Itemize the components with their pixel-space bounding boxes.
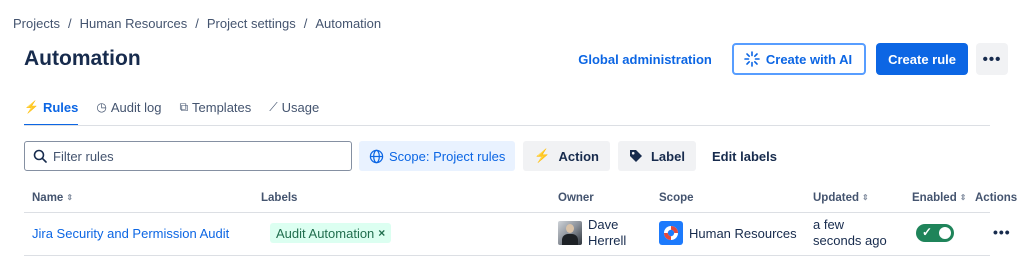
- check-icon: ✓: [922, 225, 933, 239]
- create-with-ai-button[interactable]: Create with AI: [731, 43, 867, 75]
- owner-cell: Dave Herrell: [558, 217, 626, 249]
- owner-name: Dave Herrell: [588, 217, 627, 248]
- column-header-labels: Labels: [261, 192, 298, 204]
- enabled-toggle[interactable]: ✓: [916, 224, 954, 242]
- tab-rules-label: Rules: [42, 100, 79, 115]
- tab-usage[interactable]: ⟋ Usage: [269, 100, 319, 126]
- chart-line-icon: ⟋: [269, 100, 278, 114]
- row-actions-button[interactable]: •••: [993, 224, 1011, 240]
- remove-label-icon[interactable]: ×: [378, 226, 385, 240]
- clock-icon: ◷: [96, 100, 107, 114]
- breadcrumb-automation[interactable]: Automation: [315, 16, 381, 31]
- header-actions: Global administration Create with AI Cre…: [578, 43, 1008, 75]
- rule-name-link[interactable]: Jira Security and Permission Audit: [32, 226, 229, 241]
- updated-cell: a few seconds ago: [813, 217, 887, 248]
- tab-templates-label: Templates: [192, 100, 252, 115]
- filter-rules-input[interactable]: [53, 148, 333, 164]
- more-actions-button[interactable]: •••: [976, 43, 1008, 75]
- sort-icon: ⇕: [862, 193, 869, 202]
- scope-filter-label: Scope: Project rules: [389, 148, 506, 164]
- breadcrumb-human-resources[interactable]: Human Resources: [80, 16, 188, 31]
- scope-name: Human Resources: [689, 225, 797, 241]
- sort-icon: ⇕: [66, 193, 74, 202]
- page-title: Automation: [24, 47, 141, 70]
- create-with-ai-label: Create with AI: [765, 51, 853, 67]
- search-icon: [33, 149, 47, 163]
- column-header-enabled[interactable]: Enabled ⇕: [912, 192, 966, 204]
- tab-usage-label: Usage: [281, 100, 320, 115]
- tab-audit-log-label: Audit log: [110, 100, 162, 115]
- tab-bar: ⚡ Rules ◷ Audit log ⧉ Templates ⟋ Usage: [24, 100, 337, 126]
- label-chip-text: Audit Automation: [276, 225, 375, 241]
- column-header-scope: Scope: [659, 192, 694, 204]
- create-rule-button[interactable]: Create rule: [876, 43, 968, 75]
- table-header-divider: [24, 212, 990, 213]
- tab-templates[interactable]: ⧉ Templates: [179, 100, 251, 126]
- breadcrumb: Projects / Human Resources / Project setting…: [13, 16, 382, 31]
- lifebuoy-icon: [664, 226, 678, 240]
- action-filter-button[interactable]: ⚡ Action: [523, 141, 610, 171]
- globe-icon: [369, 149, 384, 163]
- scope-filter-button[interactable]: Scope: Project rules: [359, 141, 516, 171]
- label-filter-label: Label: [650, 148, 685, 164]
- filter-toolbar: Scope: Project rules ⚡ Action Label Edit…: [24, 141, 785, 171]
- sort-icon: ⇕: [959, 193, 967, 202]
- label-filter-button[interactable]: Label: [617, 141, 696, 171]
- column-header-updated[interactable]: Updated ⇕: [813, 192, 869, 204]
- tab-rules[interactable]: ⚡ Rules: [24, 100, 79, 126]
- lightning-icon: ⚡: [534, 148, 551, 163]
- avatar: [558, 221, 582, 245]
- project-icon: [659, 221, 683, 245]
- toggle-knob: [939, 227, 951, 239]
- column-header-actions: Actions: [975, 192, 1018, 204]
- sparkle-icon: [744, 51, 760, 67]
- tab-divider: [24, 125, 990, 126]
- breadcrumb-projects[interactable]: Projects: [13, 16, 60, 31]
- edit-labels-button[interactable]: Edit labels: [704, 141, 785, 171]
- search-box: [24, 141, 352, 171]
- tab-audit-log[interactable]: ◷ Audit log: [96, 100, 161, 126]
- column-header-name[interactable]: Name ⇕: [32, 192, 73, 204]
- scope-cell: Human Resources: [659, 221, 797, 245]
- tag-icon: [629, 150, 642, 162]
- table-row-divider: [24, 255, 990, 256]
- column-header-owner: Owner: [558, 192, 594, 204]
- action-filter-label: Action: [558, 148, 599, 164]
- breadcrumb-project-settings[interactable]: Project settings: [207, 16, 296, 31]
- lightning-icon: ⚡: [24, 100, 39, 114]
- label-chip[interactable]: Audit Automation ×: [270, 223, 392, 243]
- copy-icon: ⧉: [179, 100, 189, 114]
- global-administration-link[interactable]: Global administration: [578, 52, 712, 67]
